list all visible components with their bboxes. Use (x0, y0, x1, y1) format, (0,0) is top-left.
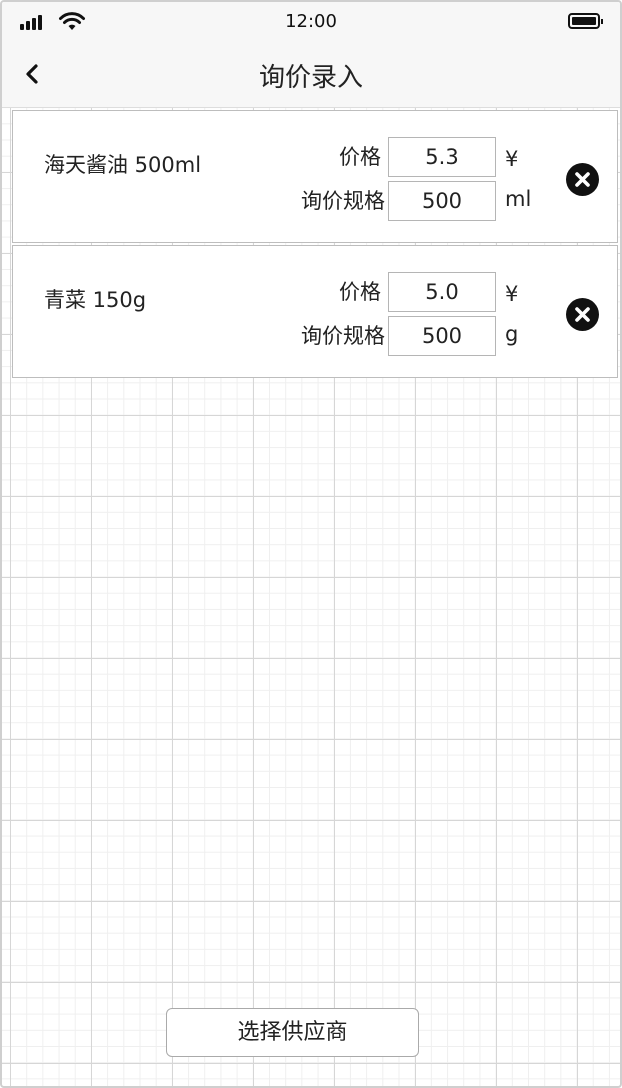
status-time: 12:00 (285, 11, 337, 32)
list-item: 青菜 150g 价格 5.0 ¥ 询价规格 500 g (12, 245, 618, 378)
spec-unit: g (505, 322, 519, 346)
price-input[interactable]: 5.3 (388, 137, 496, 177)
spec-input[interactable]: 500 (388, 316, 496, 356)
close-circle-icon (575, 172, 590, 187)
spec-label: 询价规格 (301, 324, 385, 348)
price-label: 价格 (339, 145, 381, 169)
page-title: 询价录入 (258, 63, 363, 93)
select-supplier-button[interactable]: 选择供应商 (166, 1008, 419, 1057)
price-input[interactable]: 5.0 (388, 272, 496, 312)
phone-screen: 12:00 询价录入 海天酱油 500ml 价格 5.3 ¥ 询价规格 500 … (0, 0, 622, 1088)
battery-icon (568, 13, 603, 29)
close-circle-icon (575, 307, 590, 322)
spec-input[interactable]: 500 (388, 181, 496, 221)
price-unit: ¥ (505, 147, 519, 171)
price-label: 价格 (339, 280, 381, 304)
item-name: 青菜 150g (44, 288, 147, 312)
remove-item-button[interactable] (566, 298, 599, 331)
price-unit: ¥ (505, 282, 519, 306)
list-item: 海天酱油 500ml 价格 5.3 ¥ 询价规格 500 ml (12, 110, 618, 243)
spec-label: 询价规格 (301, 189, 385, 213)
spec-unit: ml (505, 187, 532, 211)
nav-bar: 询价录入 (2, 40, 620, 108)
status-bar: 12:00 (2, 2, 620, 40)
remove-item-button[interactable] (566, 163, 599, 196)
item-name: 海天酱油 500ml (44, 153, 202, 177)
